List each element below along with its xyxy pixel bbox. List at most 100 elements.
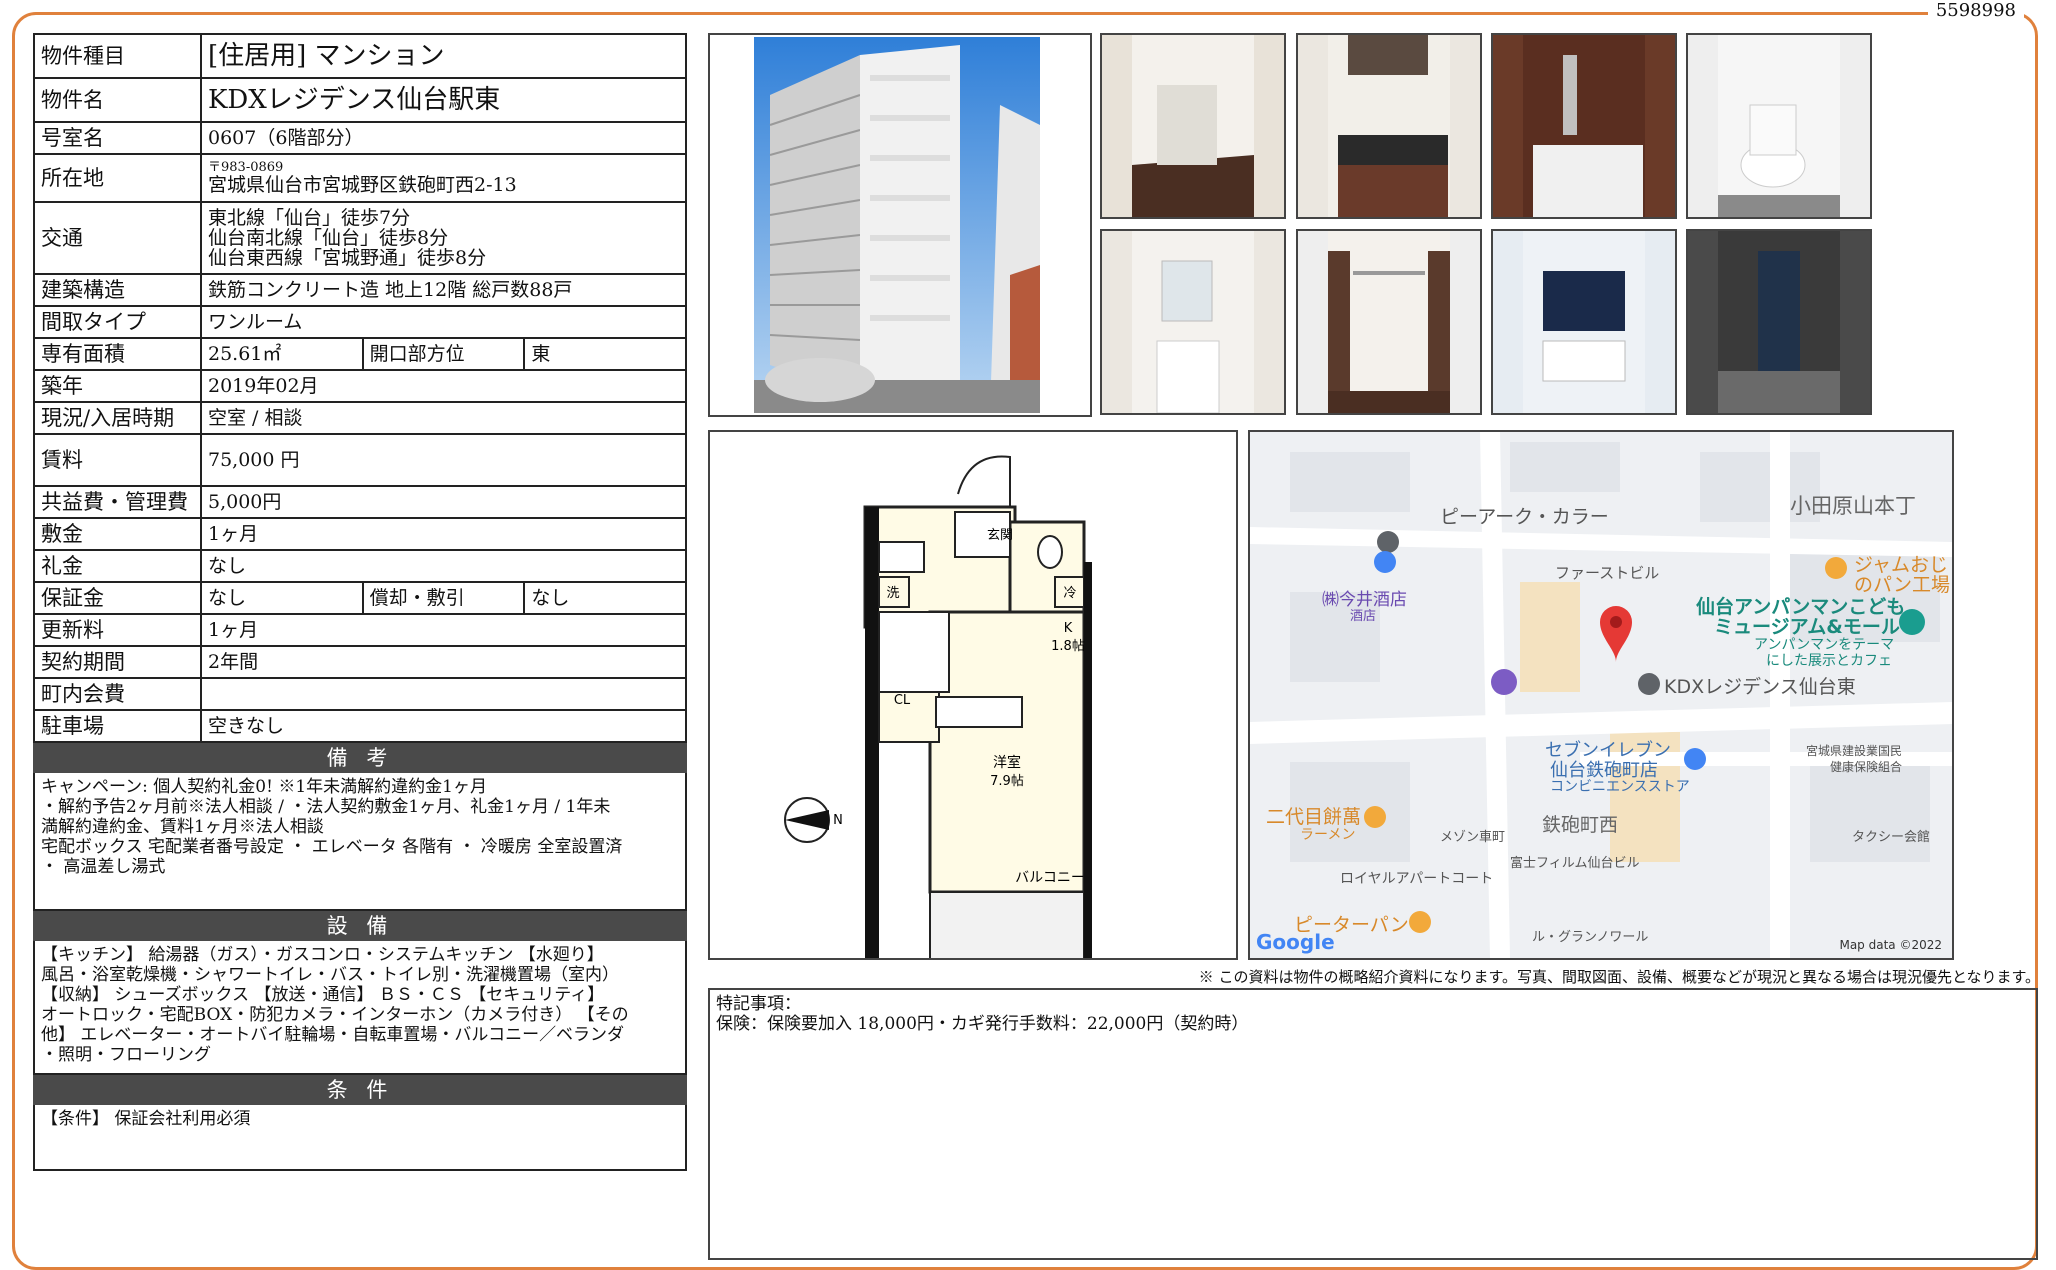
special-notes-title: 特記事項： — [716, 994, 801, 1014]
exterior-photo-image — [754, 37, 1040, 413]
room-photo-image — [1132, 35, 1254, 217]
room-label: 号室名 — [33, 121, 202, 155]
address-label: 所在地 — [33, 153, 202, 203]
property-spec-panel: 物件種目 [住居用] マンション 物件名 KDXレジデンス仙台駅東 号室名 06… — [33, 33, 687, 1171]
remarks-line: 宅配ボックス 宅配業者番号設定 ・ エレベータ 各階有 ・ 冷暖房 全室設置済 — [41, 837, 623, 857]
entrance-photo-image — [1718, 231, 1840, 413]
map-label: 鉄砲町西 — [1542, 814, 1619, 836]
location-map[interactable]: ピーアーク・カラー 小田原山本丁 ファーストビル ジャムおじ のパン工場 ㈱今井… — [1248, 430, 1954, 960]
document-id: 5598998 — [1927, 0, 2024, 21]
interior-photo-entrance — [1686, 229, 1872, 415]
remarks-line: 満解約違約金、賃料1ヶ月※法人相談 — [41, 817, 324, 837]
type-label: 物件種目 — [33, 33, 202, 79]
map-label: ロイヤルアパートコート — [1340, 871, 1494, 887]
interior-photo-closet — [1296, 229, 1482, 415]
map-attribution: Map data ©2022 — [1839, 938, 1942, 952]
equipment-box: 【キッチン】 給湯器（ガス）・ガスコンロ・システムキッチン 【水廻り】 風呂・浴… — [33, 941, 687, 1075]
kitchen-label: K — [1064, 621, 1073, 636]
interior-photo-intercom — [1491, 229, 1677, 415]
renewal-value: 1ヶ月 — [200, 613, 687, 647]
name-label: 物件名 — [33, 77, 202, 123]
deposit-label: 敷金 — [33, 517, 202, 551]
direction-label: 開口部方位 — [361, 337, 526, 371]
remarks-line: ・解約予告2ヶ月前※法人相談 / ・法人契約敷金1ヶ月、礼金1ヶ月 / 1年未 — [41, 797, 611, 817]
equipment-header: 設 備 — [33, 911, 687, 941]
layout-label: 間取タイプ — [33, 305, 202, 339]
renewal-label: 更新料 — [33, 613, 202, 647]
interior-photo-bath — [1491, 33, 1677, 219]
toilet-photo-image — [1718, 35, 1840, 217]
balcony-label: バルコニー — [1015, 870, 1085, 886]
deposit-value: 1ヶ月 — [200, 517, 687, 551]
map-label: 富士フィルム仙台ビル — [1510, 856, 1640, 871]
room-size-label: 7.9帖 — [990, 774, 1024, 789]
contract-value: 2年間 — [200, 645, 687, 679]
direction-value: 東 — [523, 337, 687, 371]
equipment-line: 他】 エレベーター・オートバイ駐輪場・自転車置場・バルコニー／ベランダ — [41, 1025, 625, 1045]
map-label: ル・グランノワール — [1532, 930, 1649, 945]
conditions-header: 条 件 — [33, 1075, 687, 1105]
disclaimer-note: ※ この資料は物件の概略紹介資料になります。写真、間取図面、設備、概要などが現況… — [1198, 968, 2040, 986]
type-value: [住居用] マンション — [200, 33, 687, 79]
equipment-line: 【収納】 シューズボックス 【放送・通信】 ＢＳ・ＣＳ 【セキュリティ】 — [41, 985, 605, 1005]
conditions-line: 【条件】 保証会社利用必須 — [41, 1109, 251, 1129]
entrance-label: 玄関 — [987, 528, 1013, 543]
guarantee-label: 保証金 — [33, 581, 202, 615]
special-notes-box: 特記事項： 保険：保険要加入 18,000円・カギ発行手数料：22,000円（契… — [708, 988, 2038, 1260]
structure-value: 鉄筋コンクリート造 地上12階 総戸数88戸 — [200, 273, 687, 307]
amortization-label: 償却・敷引 — [361, 581, 526, 615]
special-notes-line: 保険：保険要加入 18,000円・カギ発行手数料：22,000円（契約時） — [716, 1014, 1249, 1034]
conditions-box: 【条件】 保証会社利用必須 — [33, 1105, 687, 1171]
intercom-photo-image — [1523, 231, 1645, 413]
interior-photo-washroom — [1100, 229, 1286, 415]
key-money-value: なし — [200, 549, 687, 583]
kitchen-size-label: 1.8帖 — [1051, 639, 1085, 654]
equipment-line: 【キッチン】 給湯器（ガス）・ガスコンロ・システムキッチン 【水廻り】 — [41, 945, 604, 965]
rent-value: 75,000 円 — [200, 433, 687, 487]
map-label: タクシー会館 — [1852, 830, 1931, 845]
google-logo: Google — [1256, 930, 1335, 954]
map-label: にした展示とカフェ — [1766, 653, 1892, 669]
access-line-2: 仙台南北線「仙台」徒歩8分 — [208, 227, 449, 249]
map-label: 酒店 — [1350, 609, 1377, 624]
map-label: ラーメン — [1300, 827, 1356, 843]
town-fee-value — [200, 677, 687, 711]
closet-label: CL — [894, 693, 911, 708]
parking-value: 空きなし — [200, 709, 687, 743]
map-label: ピーアーク・カラー — [1440, 506, 1609, 528]
built-label: 築年 — [33, 369, 202, 403]
fee-label: 共益費・管理費 — [33, 485, 202, 519]
name-value: KDXレジデンス仙台駅東 — [200, 77, 687, 123]
rent-label: 賃料 — [33, 433, 202, 487]
structure-label: 建築構造 — [33, 273, 202, 307]
property-spec-table: 物件種目 [住居用] マンション 物件名 KDXレジデンス仙台駅東 号室名 06… — [33, 33, 687, 743]
remarks-header: 備 考 — [33, 743, 687, 773]
map-label: ファーストビル — [1555, 564, 1660, 582]
status-label: 現況/入居時期 — [33, 401, 202, 435]
room-label: 洋室 — [993, 754, 1021, 771]
map-label: 健康保険組合 — [1830, 760, 1903, 774]
layout-value: ワンルーム — [200, 305, 687, 339]
map-label: KDXレジデンス仙台東 — [1664, 676, 1856, 698]
equipment-line: ・照明・フローリング — [41, 1045, 211, 1065]
interior-photo-kitchen — [1296, 33, 1482, 219]
parking-label: 駐車場 — [33, 709, 202, 743]
remarks-line: ・ 高温差し湯式 — [41, 857, 166, 877]
room-value: 0607（6階部分） — [200, 121, 687, 155]
area-value: 25.61㎡ — [200, 337, 364, 371]
interior-photo-room — [1100, 33, 1286, 219]
equipment-line: 風呂・浴室乾燥機・シャワートイレ・バス・トイレ別・洗濯機置場（室内） — [41, 965, 619, 985]
north-label: N — [833, 813, 843, 828]
guarantee-value: なし — [200, 581, 364, 615]
remarks-line: キャンペーン: 個人契約礼金0! ※1年未満解約違約金1ヶ月 — [41, 777, 487, 797]
interior-photo-toilet — [1686, 33, 1872, 219]
fridge-label: 冷 — [1063, 586, 1076, 601]
wash-label: 洗 — [886, 586, 899, 601]
address-value: 宮城県仙台市宮城野区鉄砲町西2-13 — [208, 174, 517, 196]
kitchen-photo-image — [1328, 35, 1450, 217]
closet-photo-image — [1328, 231, 1450, 413]
map-label: 小田原山本丁 — [1790, 494, 1916, 518]
equipment-line: オートロック・宅配BOX・防犯カメラ・インターホン（カメラ付き） 【その — [41, 1005, 629, 1025]
floor-plan: 玄関 洗 冷 K 1.8帖 CL 洋室 7.9帖 バルコニー N — [708, 430, 1238, 972]
contract-label: 契約期間 — [33, 645, 202, 679]
